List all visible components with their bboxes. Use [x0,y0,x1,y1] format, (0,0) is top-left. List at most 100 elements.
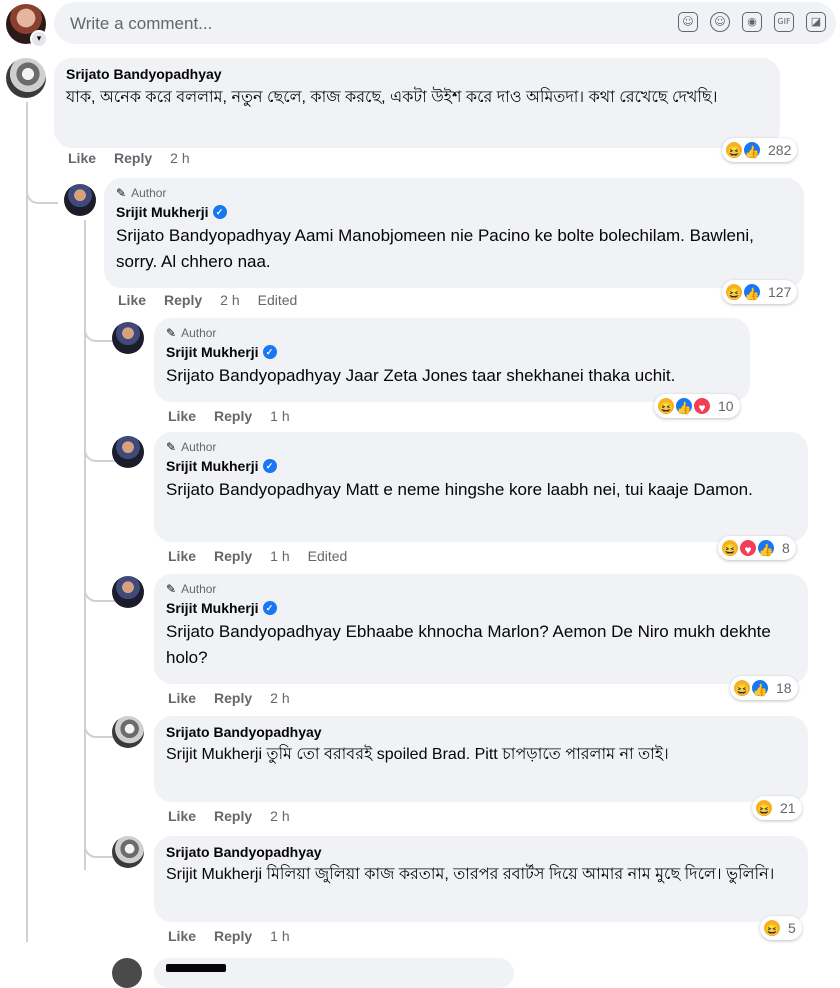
avatar[interactable] [112,716,144,748]
comment-author[interactable]: Srijit Mukherji ✓ [166,458,796,474]
thread-connector [84,560,116,602]
thread-line [26,102,28,942]
like-button[interactable]: Like [168,690,196,706]
comment-input[interactable] [68,2,632,46]
reaction-summary[interactable]: 😆 21 [752,796,802,820]
like-button[interactable]: Like [168,548,196,564]
comment-author[interactable]: Srijit Mukherji ✓ [166,600,796,616]
comment-author[interactable]: Srijit Mukherji ✓ [116,204,792,220]
timestamp[interactable]: 2 h [170,150,189,166]
reaction-summary[interactable]: 😆 5 [760,916,802,940]
avatar[interactable] [112,836,144,868]
haha-reaction-icon: 😆 [656,396,676,416]
avatar[interactable] [112,436,144,468]
love-reaction-icon: ♥ [692,396,712,416]
emoji-icon[interactable]: ☺ [710,12,730,32]
avatar[interactable] [6,58,46,98]
comment-text: Srijit Mukherji তুমি তো বরাবরই spoiled B… [166,746,669,763]
avatar[interactable] [112,322,144,354]
comment-bubble: ✎ Author Srijit Mukherji ✓ Srijato Bandyop… [104,178,804,288]
like-reaction-icon: 👍 [742,140,762,160]
comment-text: Srijato Bandyopadhyay Jaar Zeta Jones ta… [166,366,676,385]
timestamp[interactable]: 1 h [270,548,289,564]
reaction-count: 21 [780,800,796,816]
sticker-icon[interactable]: ◪ [806,12,826,32]
comment-actions: Like Reply 2 h [68,150,190,166]
reaction-count: 18 [776,680,792,696]
thread-connector [26,150,58,204]
comment-actions: Like Reply 2 h [168,808,290,824]
author-badge: ✎ Author [166,440,217,454]
pencil-icon: ✎ [166,326,177,340]
reaction-count: 8 [782,540,790,556]
like-button[interactable]: Like [118,292,146,308]
reaction-summary[interactable]: 😆 ♥ 👍 8 [718,536,796,560]
like-reaction-icon: 👍 [750,678,770,698]
like-button[interactable]: Like [168,808,196,824]
like-reaction-icon: 👍 [756,538,776,558]
like-button[interactable]: Like [168,928,196,944]
comment-bubble: ✎ Author Srijit Mukherji ✓ Srijato Bandyop… [154,318,750,402]
timestamp[interactable]: 1 h [270,928,289,944]
comment-author[interactable]: Srijato Bandyopadhyay [66,66,768,82]
reaction-count: 5 [788,920,796,936]
comment-actions: Like Reply 2 h [168,690,290,706]
gif-icon[interactable]: GIF [774,12,794,32]
reply-button[interactable]: Reply [214,408,252,424]
comment-actions: Like Reply 1 h [168,408,290,424]
verified-badge-icon: ✓ [262,459,277,473]
reaction-summary[interactable]: 😆 👍 127 [722,280,798,304]
thread-connector [84,290,116,342]
reply-button[interactable]: Reply [114,150,152,166]
composer-icons: ☺ ☺ ◉ GIF ◪ [678,12,826,32]
haha-reaction-icon: 😆 [762,918,782,938]
comment-text: Srijato Bandyopadhyay Matt e neme hingsh… [166,480,753,499]
like-button[interactable]: Like [168,408,196,424]
reply-button[interactable]: Reply [214,808,252,824]
comment-bubble: Srijato Bandyopadhyay Srijit Mukherji তু… [154,716,808,802]
reply-button[interactable]: Reply [214,928,252,944]
verified-badge-icon: ✓ [262,601,277,615]
timestamp[interactable]: 2 h [270,690,289,706]
reply-button[interactable]: Reply [164,292,202,308]
edited-label: Edited [257,292,298,308]
timestamp[interactable]: 2 h [220,292,239,308]
comment-author[interactable]: Srijato Bandyopadhyay [166,844,796,860]
author-badge: ✎ Author [166,582,217,596]
camera-icon[interactable]: ◉ [742,12,762,32]
comment-actions: Like Reply 1 h Edited [168,548,347,564]
comment-composer: ▾ ☺ ☺ ◉ GIF ◪ [0,0,840,48]
comment-author[interactable]: Srijato Bandyopadhyay [166,724,796,740]
comment-input-box[interactable]: ☺ ☺ ◉ GIF ◪ [54,2,836,46]
reaction-count: 10 [718,398,734,414]
comment-actions: Like Reply 2 h Edited [118,292,297,308]
pencil-icon: ✎ [166,582,177,596]
author-badge: ✎ Author [116,186,167,200]
comment-author[interactable]: Srijit Mukherji ✓ [166,344,738,360]
avatar-sticker-icon[interactable]: ☺ [678,12,698,32]
comment-bubble: Srijato Bandyopadhyay Srijit Mukherji মি… [154,836,808,922]
reply-button[interactable]: Reply [214,690,252,706]
comment-bubble: ✎ Author Srijit Mukherji ✓ Srijato Bandyop… [154,574,808,684]
timestamp[interactable]: 1 h [270,408,289,424]
reaction-summary[interactable]: 😆 👍 ♥ 10 [654,394,740,418]
like-reaction-icon: 👍 [742,282,762,302]
avatar[interactable] [112,958,142,988]
pencil-icon: ✎ [166,440,177,454]
reply-button[interactable]: Reply [214,548,252,564]
avatar[interactable] [112,576,144,608]
comment-text: Srijato Bandyopadhyay Aami Manobjomeen n… [116,226,754,271]
chevron-down-icon[interactable]: ▾ [30,30,48,48]
edited-label: Edited [307,548,348,564]
like-button[interactable]: Like [68,150,96,166]
reaction-summary[interactable]: 😆 👍 282 [722,138,798,162]
avatar[interactable] [64,184,96,216]
comment-bubble [154,958,514,988]
reaction-summary[interactable]: 😆 👍 18 [730,676,798,700]
haha-reaction-icon: 😆 [720,538,740,558]
haha-reaction-icon: 😆 [724,282,744,302]
verified-badge-icon: ✓ [262,345,277,359]
comment-bubble: ✎ Author Srijit Mukherji ✓ Srijato Bandyop… [154,432,808,542]
timestamp[interactable]: 2 h [270,808,289,824]
haha-reaction-icon: 😆 [754,798,774,818]
